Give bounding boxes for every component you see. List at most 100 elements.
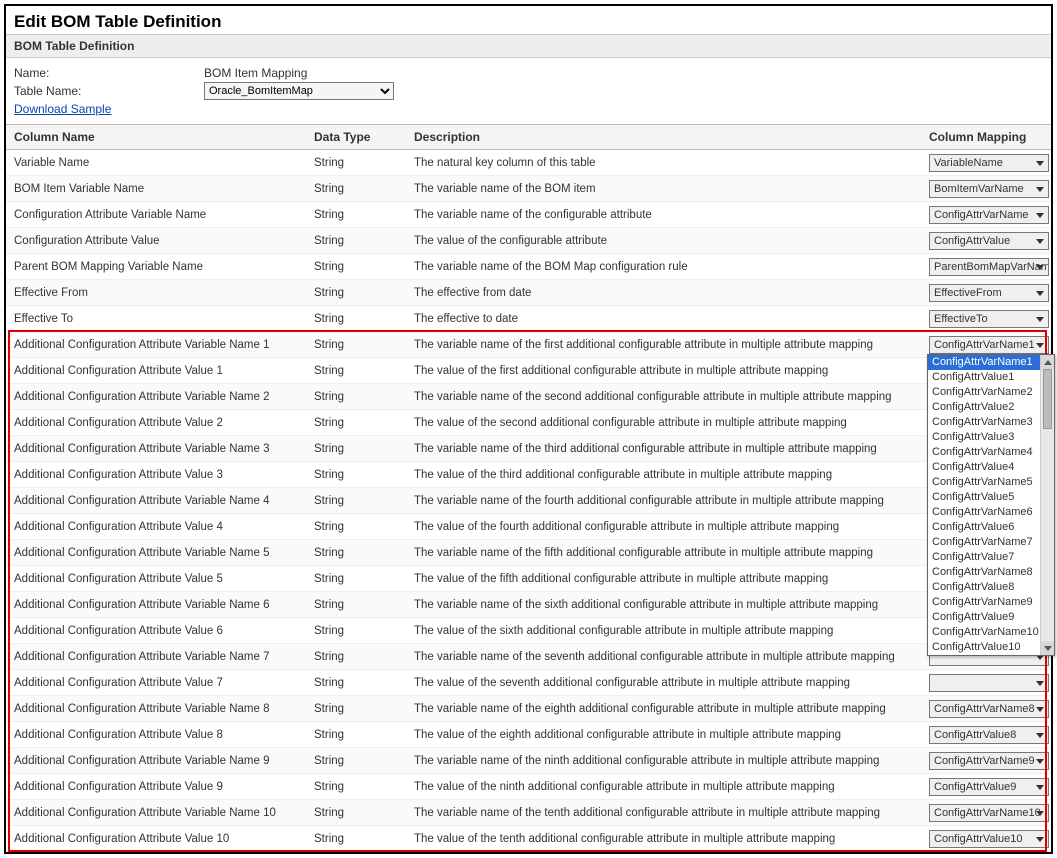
cell-data-type: String [306,280,406,306]
column-mapping-select[interactable]: EffectiveTo [929,310,1049,328]
table-row: Additional Configuration Attribute Varia… [6,748,1051,774]
cell-column-name: Configuration Attribute Variable Name [6,202,306,228]
dropdown-scrollbar[interactable] [1040,355,1054,655]
cell-column-name: Additional Configuration Attribute Varia… [6,436,306,462]
meta-name-label: Name: [14,66,204,80]
table-row: Variable NameStringThe natural key colum… [6,150,1051,176]
cell-description: The variable name of the first additiona… [406,332,921,358]
scroll-up-icon[interactable] [1041,355,1054,369]
cell-data-type: String [306,566,406,592]
cell-description: The value of the ninth additional config… [406,774,921,800]
column-mapping-select[interactable] [929,674,1049,692]
cell-column-name: Additional Configuration Attribute Varia… [6,332,306,358]
cell-description: The variable name of the eighth addition… [406,696,921,722]
table-row: Additional Configuration Attribute Varia… [6,592,1051,618]
column-mapping-select[interactable]: BomItemVarName [929,180,1049,198]
dropdown-option[interactable]: ConfigAttrVarName1 [928,355,1054,370]
column-mapping-dropdown-list[interactable]: ConfigAttrVarName1ConfigAttrValue1Config… [927,354,1055,656]
table-row: Additional Configuration Attribute Value… [6,618,1051,644]
dropdown-option[interactable]: ConfigAttrValue7 [928,550,1054,565]
dropdown-option[interactable]: ConfigAttrValue6 [928,520,1054,535]
cell-column-name: BOM Item Variable Name [6,176,306,202]
table-name-select[interactable]: Oracle_BomItemMap [204,82,394,100]
cell-data-type: String [306,462,406,488]
column-mapping-select[interactable]: ConfigAttrValue [929,232,1049,250]
cell-description: The effective to date [406,306,921,332]
dropdown-option[interactable]: ConfigAttrVarName7 [928,535,1054,550]
table-row: Additional Configuration Attribute Value… [6,566,1051,592]
cell-description: The variable name of the sixth additiona… [406,592,921,618]
scroll-thumb[interactable] [1043,369,1052,429]
cell-description: The variable name of the fifth additiona… [406,540,921,566]
dropdown-option[interactable]: ConfigAttrValue5 [928,490,1054,505]
cell-description: The value of the eighth additional confi… [406,722,921,748]
download-sample-link[interactable]: Download Sample [14,102,111,116]
column-mapping-select[interactable]: ParentBomMapVarName [929,258,1049,276]
dropdown-option[interactable]: ConfigAttrVarName10 [928,625,1054,640]
cell-column-name: Additional Configuration Attribute Value… [6,722,306,748]
cell-column-name: Additional Configuration Attribute Varia… [6,696,306,722]
dropdown-option[interactable]: ConfigAttrValue1 [928,370,1054,385]
cell-description: The natural key column of this table [406,150,921,176]
cell-column-mapping: ConfigAttrVarName8 [921,696,1051,722]
column-mapping-select[interactable]: ConfigAttrVarName8 [929,700,1049,718]
cell-column-name: Additional Configuration Attribute Varia… [6,540,306,566]
table-row: Additional Configuration Attribute Value… [6,514,1051,540]
cell-column-name: Additional Configuration Attribute Value… [6,566,306,592]
dropdown-option[interactable]: ConfigAttrVarName4 [928,445,1054,460]
table-row: Additional Configuration Attribute Value… [6,410,1051,436]
dropdown-option[interactable]: ConfigAttrValue2 [928,400,1054,415]
cell-data-type: String [306,176,406,202]
cell-column-mapping [921,670,1051,696]
dropdown-option[interactable]: ConfigAttrVarName5 [928,475,1054,490]
cell-column-name: Additional Configuration Attribute Value… [6,410,306,436]
cell-description: The value of the fifth additional config… [406,566,921,592]
dropdown-option[interactable]: ConfigAttrValue3 [928,430,1054,445]
cell-column-mapping: BomItemVarName [921,176,1051,202]
cell-description: The value of the sixth additional config… [406,618,921,644]
cell-data-type: String [306,332,406,358]
scroll-down-icon[interactable] [1041,641,1054,655]
column-mapping-select[interactable]: ConfigAttrVarName1 [929,336,1049,354]
dropdown-option[interactable]: ConfigAttrVarName6 [928,505,1054,520]
column-mapping-select[interactable]: VariableName [929,154,1049,172]
cell-data-type: String [306,592,406,618]
cell-column-name: Additional Configuration Attribute Varia… [6,748,306,774]
table-row: Additional Configuration Attribute Value… [6,358,1051,384]
cell-data-type: String [306,410,406,436]
dropdown-option[interactable]: ConfigAttrVarName3 [928,415,1054,430]
column-mapping-select[interactable]: ConfigAttrValue9 [929,778,1049,796]
cell-data-type: String [306,540,406,566]
col-header-type: Data Type [306,125,406,150]
table-row: Additional Configuration Attribute Varia… [6,644,1051,670]
cell-column-mapping: EffectiveFrom [921,280,1051,306]
column-mapping-select[interactable]: ConfigAttrVarName [929,206,1049,224]
cell-data-type: String [306,774,406,800]
dropdown-option[interactable]: ConfigAttrVarName9 [928,595,1054,610]
dropdown-option[interactable]: ConfigAttrValue9 [928,610,1054,625]
column-mapping-select[interactable]: ConfigAttrValue10 [929,830,1049,848]
cell-column-mapping: ParentBomMapVarName [921,254,1051,280]
cell-data-type: String [306,644,406,670]
cell-column-mapping: ConfigAttrValue10 [921,826,1051,852]
cell-column-mapping: ConfigAttrVarName9 [921,748,1051,774]
column-mapping-select[interactable]: ConfigAttrVarName10 [929,804,1049,822]
table-row: Additional Configuration Attribute Varia… [6,800,1051,826]
dropdown-option[interactable]: ConfigAttrValue8 [928,580,1054,595]
table-row: Effective FromStringThe effective from d… [6,280,1051,306]
dropdown-option[interactable]: ConfigAttrValue4 [928,460,1054,475]
table-row: Additional Configuration Attribute Value… [6,774,1051,800]
meta-tablename-label: Table Name: [14,84,204,98]
column-mapping-select[interactable]: ConfigAttrVarName9 [929,752,1049,770]
col-header-desc: Description [406,125,921,150]
dropdown-option[interactable]: ConfigAttrVarName2 [928,385,1054,400]
column-mapping-select[interactable]: ConfigAttrValue8 [929,726,1049,744]
dropdown-option[interactable]: ConfigAttrValue10 [928,640,1054,655]
column-mapping-select[interactable]: EffectiveFrom [929,284,1049,302]
cell-column-name: Effective To [6,306,306,332]
cell-column-mapping: ConfigAttrValue8 [921,722,1051,748]
cell-description: The value of the configurable attribute [406,228,921,254]
cell-data-type: String [306,358,406,384]
dropdown-option[interactable]: ConfigAttrVarName8 [928,565,1054,580]
cell-data-type: String [306,826,406,852]
